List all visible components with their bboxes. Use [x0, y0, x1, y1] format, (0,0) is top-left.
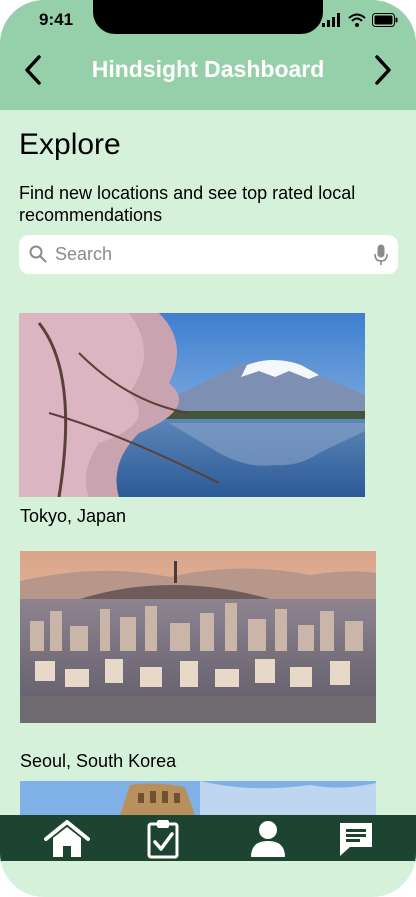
page-subtitle: Find new locations and see top rated loc… — [19, 183, 356, 225]
cellular-signal-icon — [322, 13, 340, 27]
search-icon — [29, 245, 47, 263]
seoul-photo[interactable] — [20, 551, 376, 723]
destination-label-seoul[interactable]: Seoul, South Korea — [20, 751, 176, 772]
destination-label-tokyo[interactable]: Tokyo, Japan — [20, 506, 126, 527]
search-input[interactable] — [55, 235, 355, 274]
colosseum-image — [20, 781, 376, 815]
wifi-icon — [348, 13, 366, 27]
clipboard-check-icon[interactable] — [146, 819, 180, 859]
status-icons — [322, 12, 398, 28]
header-title: Hindsight Dashboard — [91, 56, 325, 82]
status-time: 9:41 — [39, 10, 74, 29]
microphone-icon[interactable] — [374, 244, 388, 266]
home-icon[interactable] — [44, 819, 90, 859]
tokyo-photo[interactable] — [19, 313, 365, 497]
app-screen: 9:41 Hindsight Dashboard Explore Find ne… — [0, 0, 416, 897]
seoul-cityscape-image — [20, 551, 376, 723]
next-destination-photo[interactable] — [20, 781, 376, 815]
header-bar: 9:41 Hindsight Dashboard — [0, 0, 416, 110]
chat-icon[interactable] — [338, 819, 374, 859]
mount-fuji-lake-image — [19, 313, 365, 497]
page-title: Explore — [19, 128, 121, 161]
battery-icon — [372, 13, 398, 27]
person-icon[interactable] — [250, 819, 286, 859]
forward-arrow-icon[interactable] — [364, 52, 400, 88]
bottom-tab-bar — [0, 815, 416, 861]
device-notch — [93, 0, 323, 34]
search-bar[interactable] — [19, 235, 398, 274]
